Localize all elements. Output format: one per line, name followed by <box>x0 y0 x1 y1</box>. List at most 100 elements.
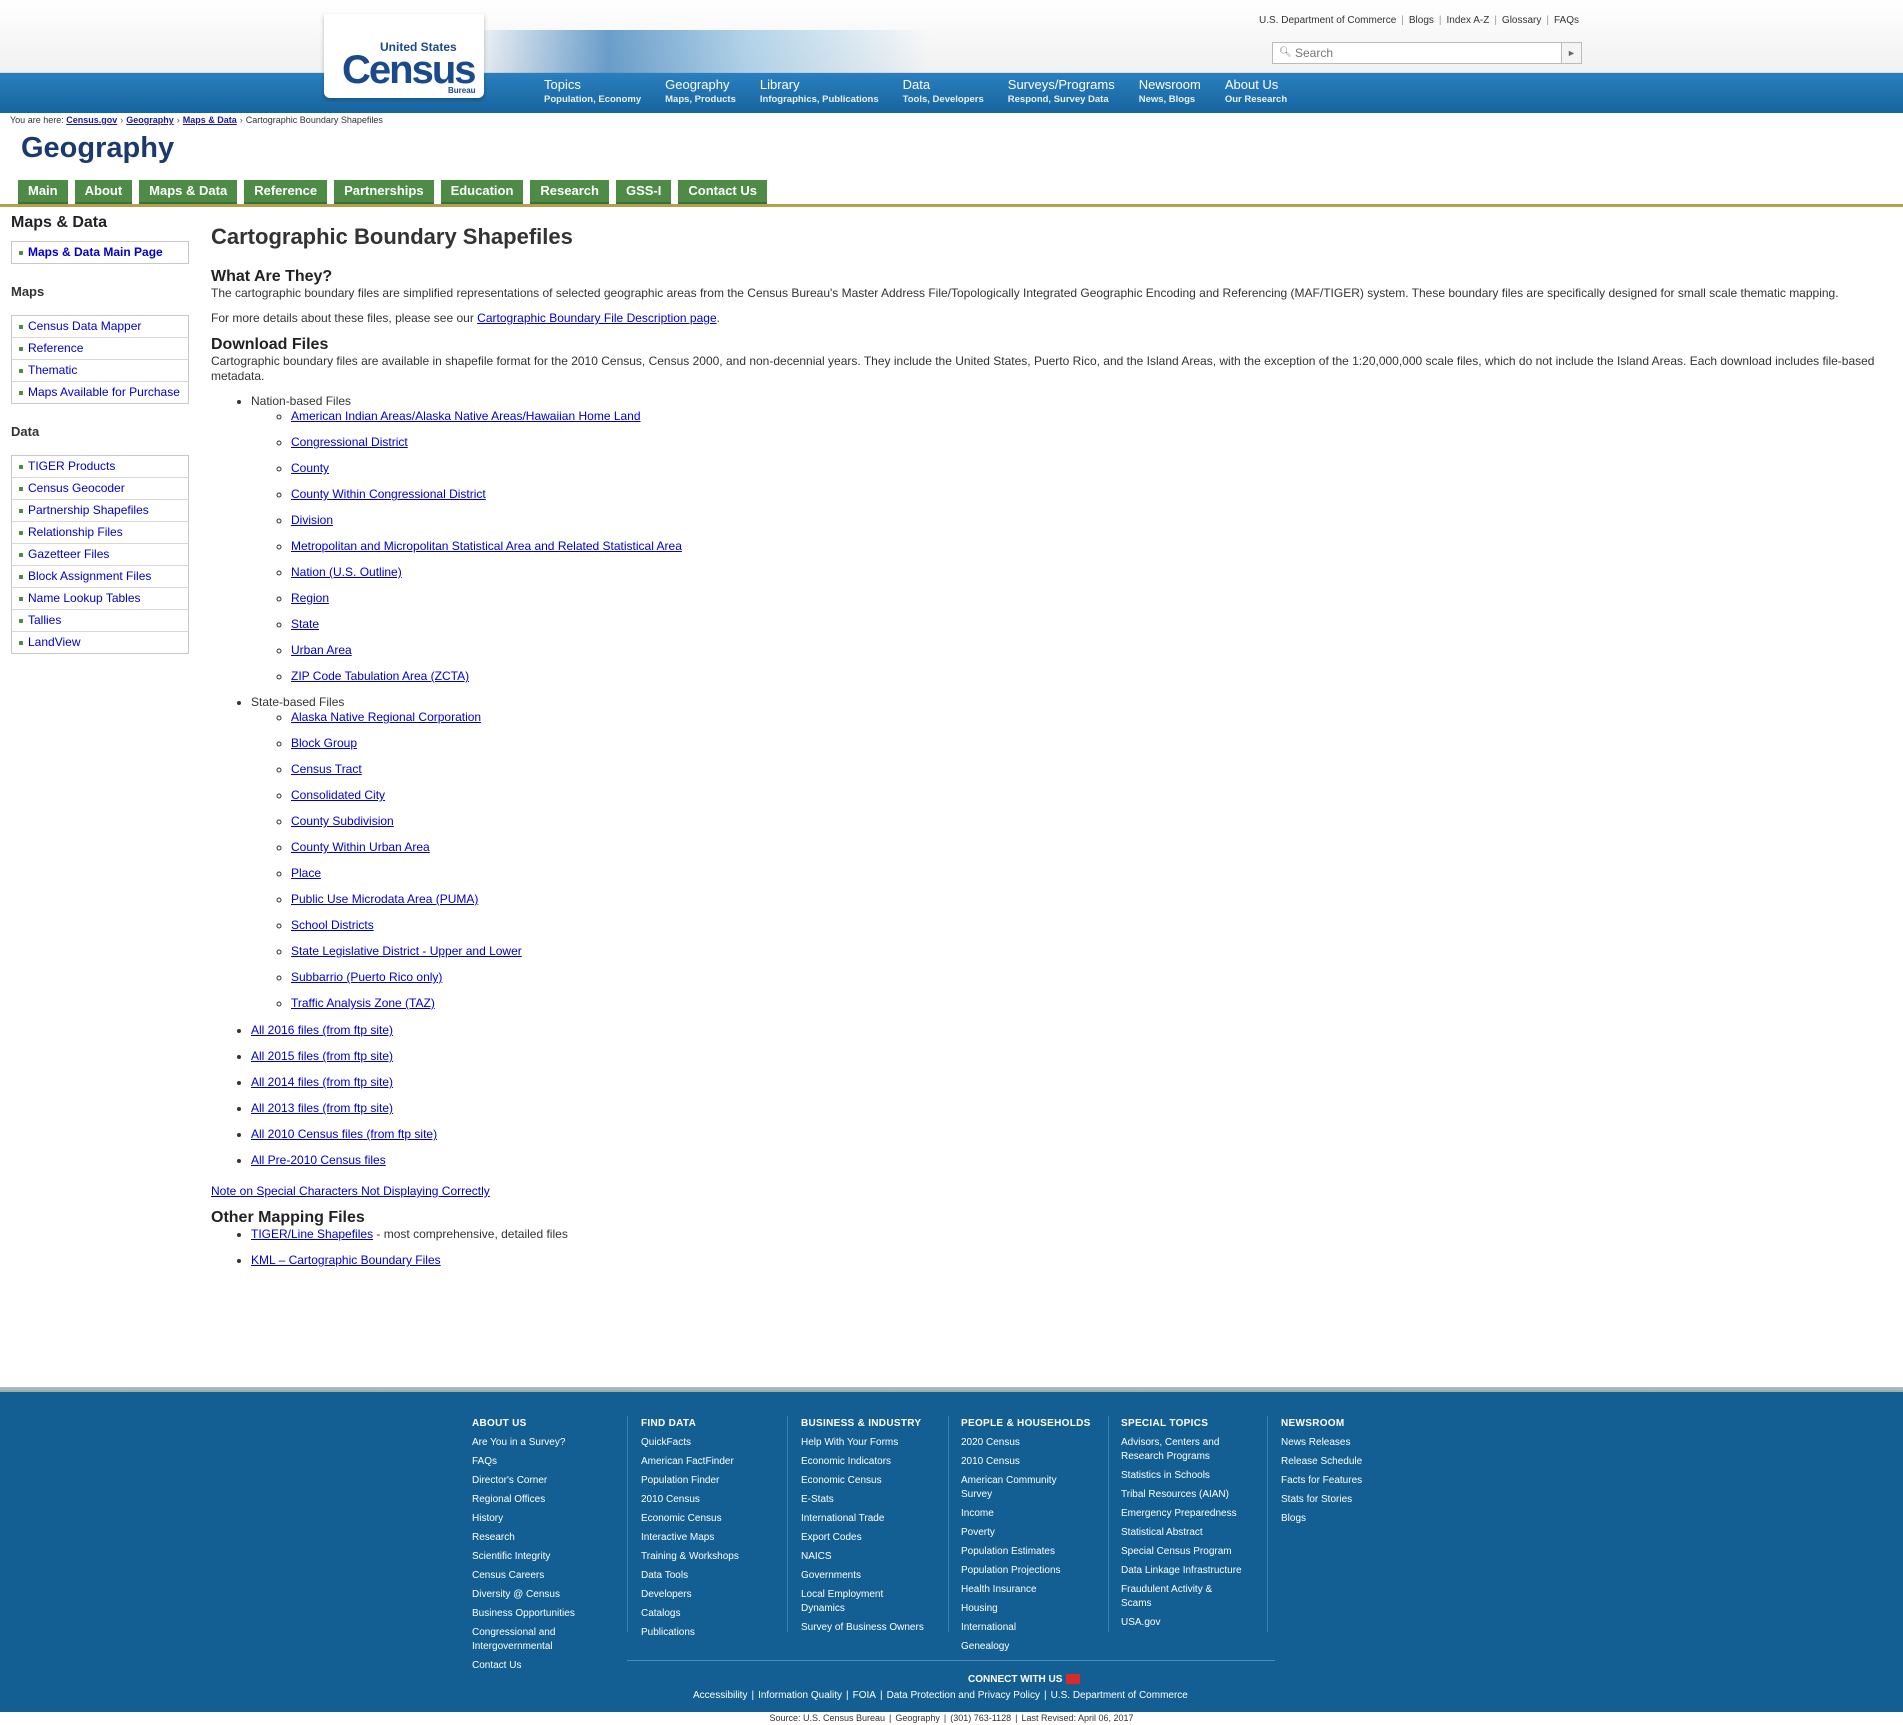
footer-link[interactable]: FAQs <box>472 1455 622 1469</box>
footer-link[interactable]: 2010 Census <box>961 1455 1101 1469</box>
sidebar-item-maps-data-main[interactable]: Maps & Data Main Page <box>12 242 188 263</box>
sidebar-item-reference[interactable]: Reference <box>12 338 188 360</box>
footer-link[interactable]: QuickFacts <box>641 1436 781 1450</box>
footer-link[interactable]: Housing <box>961 1602 1101 1616</box>
file-link-county-within-cd[interactable]: County Within Congressional District <box>291 487 486 501</box>
mainnav-topics[interactable]: Topics Population, Economy <box>544 76 641 106</box>
footer-link[interactable]: 2020 Census <box>961 1436 1101 1450</box>
all-files-2010-census-link[interactable]: All 2010 Census files (from ftp site) <box>251 1127 437 1141</box>
sidebar-item-maps-for-purchase[interactable]: Maps Available for Purchase <box>12 382 188 403</box>
all-files-pre-2010-link[interactable]: All Pre-2010 Census files <box>251 1153 386 1167</box>
file-link-subbarrio[interactable]: Subbarrio (Puerto Rico only) <box>291 970 442 984</box>
section-tab-about[interactable]: About <box>74 180 133 204</box>
footer-link[interactable]: News Releases <box>1281 1436 1421 1450</box>
connect-with-us[interactable]: CONNECT WITH US <box>968 1674 1081 1685</box>
footer-link[interactable]: Publications <box>641 1626 781 1640</box>
footer-link-foia[interactable]: FOIA <box>853 1690 876 1701</box>
file-link-place[interactable]: Place <box>291 866 321 880</box>
file-link-aian[interactable]: American Indian Areas/Alaska Native Area… <box>291 409 641 423</box>
file-link-county-within-ua[interactable]: County Within Urban Area <box>291 840 430 854</box>
mainnav-newsroom[interactable]: Newsroom News, Blogs <box>1139 76 1201 106</box>
file-link-congressional-district[interactable]: Congressional District <box>291 435 408 449</box>
footer-link[interactable]: American FactFinder <box>641 1455 781 1469</box>
footer-link[interactable]: Governments <box>801 1569 946 1583</box>
util-link-commerce[interactable]: U.S. Department of Commerce <box>1259 15 1396 26</box>
breadcrumb-link-census-gov[interactable]: Census.gov <box>66 115 117 125</box>
footer-link[interactable]: Help With Your Forms <box>801 1436 946 1450</box>
file-link-school-districts[interactable]: School Districts <box>291 918 374 932</box>
file-link-sld[interactable]: State Legislative District - Upper and L… <box>291 944 522 958</box>
sidebar-item-landview[interactable]: LandView <box>12 632 188 653</box>
file-link-state[interactable]: State <box>291 617 319 631</box>
sidebar-item-census-data-mapper[interactable]: Census Data Mapper <box>12 316 188 338</box>
footer-link[interactable]: Facts for Features <box>1281 1474 1421 1488</box>
mainnav-surveys[interactable]: Surveys/Programs Respond, Survey Data <box>1008 76 1115 106</box>
section-tab-gss-i[interactable]: GSS-I <box>615 180 672 204</box>
footer-link[interactable]: Are You in a Survey? <box>472 1436 622 1450</box>
footer-link[interactable]: Fraudulent Activity & Scams <box>1121 1583 1231 1611</box>
file-link-taz[interactable]: Traffic Analysis Zone (TAZ) <box>291 996 435 1010</box>
search-submit-arrow-icon[interactable]: ► <box>1561 43 1581 63</box>
all-files-2013-link[interactable]: All 2013 files (from ftp site) <box>251 1101 393 1115</box>
file-link-metro-micro[interactable]: Metropolitan and Micropolitan Statistica… <box>291 539 682 553</box>
footer-link[interactable]: Tribal Resources (AIAN) <box>1121 1488 1261 1502</box>
footer-link[interactable]: Data Tools <box>641 1569 781 1583</box>
file-link-nation[interactable]: Nation (U.S. Outline) <box>291 565 402 579</box>
file-link-region[interactable]: Region <box>291 591 329 605</box>
footer-link[interactable]: Data Linkage Infrastructure <box>1121 1564 1261 1578</box>
all-files-2014-link[interactable]: All 2014 files (from ftp site) <box>251 1075 393 1089</box>
util-link-blogs[interactable]: Blogs <box>1409 15 1434 26</box>
footer-link[interactable]: Health Insurance <box>961 1583 1101 1597</box>
census-logo[interactable]: United States Census Bureau <box>324 14 484 98</box>
footer-link[interactable]: Congressional and Intergovernmental <box>472 1626 572 1654</box>
file-link-county[interactable]: County <box>291 461 329 475</box>
mainnav-geography[interactable]: Geography Maps, Products <box>665 76 736 106</box>
footer-link[interactable]: Population Finder <box>641 1474 781 1488</box>
all-files-2016-link[interactable]: All 2016 files (from ftp site) <box>251 1023 393 1037</box>
section-tab-contact-us[interactable]: Contact Us <box>678 180 767 204</box>
sidebar-item-relationship-files[interactable]: Relationship Files <box>12 522 188 544</box>
footer-link[interactable]: Local Employment Dynamics <box>801 1588 901 1616</box>
footer-link[interactable]: USA.gov <box>1121 1616 1261 1630</box>
mainnav-data[interactable]: Data Tools, Developers <box>903 76 984 106</box>
sidebar-item-gazetteer-files[interactable]: Gazetteer Files <box>12 544 188 566</box>
sidebar-item-thematic[interactable]: Thematic <box>12 360 188 382</box>
footer-link[interactable]: International <box>961 1621 1101 1635</box>
footer-link-privacy-policy[interactable]: Data Protection and Privacy Policy <box>887 1690 1040 1701</box>
footer-link[interactable]: Economic Census <box>641 1512 781 1526</box>
search-input[interactable] <box>1293 45 1553 61</box>
footer-link[interactable]: Income <box>961 1507 1101 1521</box>
util-link-glossary[interactable]: Glossary <box>1502 15 1541 26</box>
footer-link[interactable]: Population Projections <box>961 1564 1101 1578</box>
file-link-county-subdivision[interactable]: County Subdivision <box>291 814 394 828</box>
footer-link[interactable]: Regional Offices <box>472 1493 622 1507</box>
breadcrumb-link-geography[interactable]: Geography <box>126 115 174 125</box>
breadcrumb-link-maps-data[interactable]: Maps & Data <box>183 115 237 125</box>
all-files-2015-link[interactable]: All 2015 files (from ftp site) <box>251 1049 393 1063</box>
footer-link-commerce[interactable]: U.S. Department of Commerce <box>1051 1690 1188 1701</box>
sidebar-item-tiger-products[interactable]: TIGER Products <box>12 456 188 478</box>
footer-link[interactable]: Genealogy <box>961 1640 1101 1654</box>
util-link-faqs[interactable]: FAQs <box>1554 15 1579 26</box>
footer-link[interactable]: Scientific Integrity <box>472 1550 622 1564</box>
footer-link[interactable]: Statistics in Schools <box>1121 1469 1261 1483</box>
footer-link[interactable]: Contact Us <box>472 1659 622 1673</box>
sidebar-item-census-geocoder[interactable]: Census Geocoder <box>12 478 188 500</box>
footer-link[interactable]: Emergency Preparedness <box>1121 1507 1261 1521</box>
mainnav-about-us[interactable]: About Us Our Research <box>1225 76 1287 106</box>
footer-link[interactable]: Stats for Stories <box>1281 1493 1421 1507</box>
footer-link[interactable]: American Community Survey <box>961 1474 1076 1502</box>
footer-link[interactable]: Release Schedule <box>1281 1455 1421 1469</box>
footer-link[interactable]: NAICS <box>801 1550 946 1564</box>
section-tab-maps-data[interactable]: Maps & Data <box>139 180 238 204</box>
mainnav-library[interactable]: Library Infographics, Publications <box>760 76 879 106</box>
file-link-puma[interactable]: Public Use Microdata Area (PUMA) <box>291 892 478 906</box>
sidebar-item-tallies[interactable]: Tallies <box>12 610 188 632</box>
file-link-division[interactable]: Division <box>291 513 333 527</box>
footer-link[interactable]: Business Opportunities <box>472 1607 622 1621</box>
file-link-block-group[interactable]: Block Group <box>291 736 357 750</box>
footer-link[interactable]: Advisors, Centers and Research Programs <box>1121 1436 1231 1464</box>
tiger-line-shapefiles-link[interactable]: TIGER/Line Shapefiles <box>251 1227 373 1241</box>
util-link-index[interactable]: Index A-Z <box>1447 15 1490 26</box>
file-link-consolidated-city[interactable]: Consolidated City <box>291 788 385 802</box>
